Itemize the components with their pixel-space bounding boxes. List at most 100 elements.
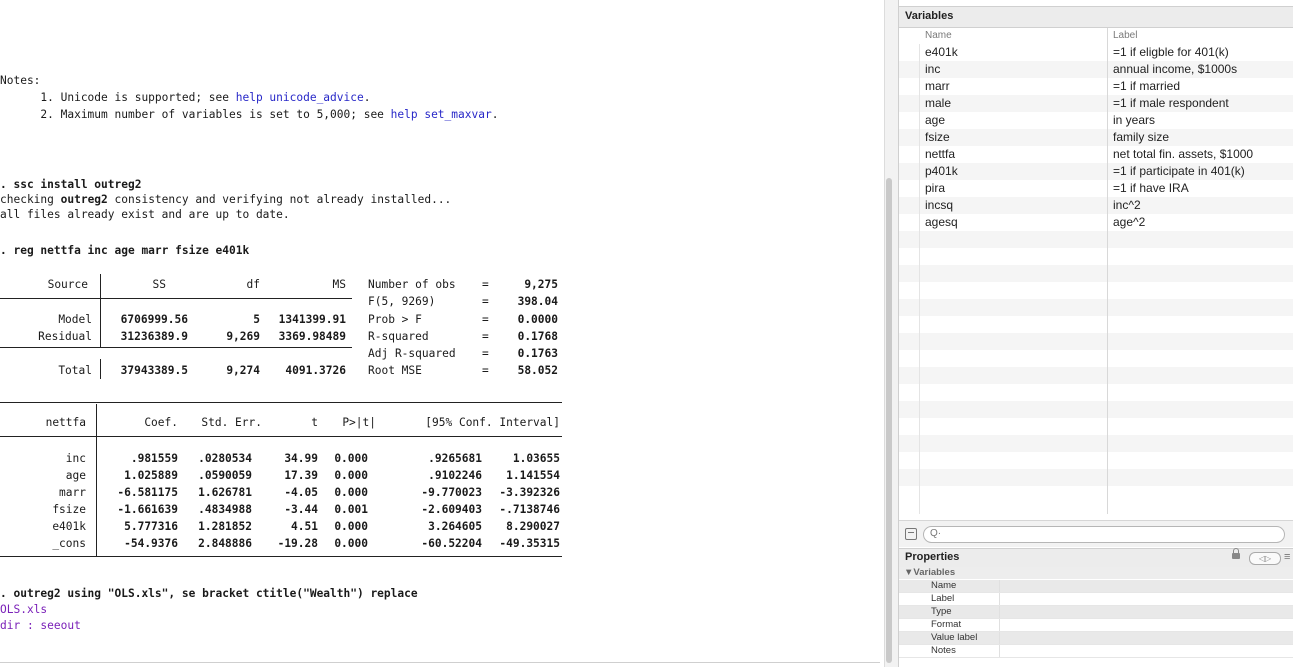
results-scrollbar-thumb[interactable] xyxy=(886,178,892,663)
output-seeout-link[interactable]: dir : seeout xyxy=(0,619,81,633)
property-value-cell[interactable] xyxy=(999,606,1280,618)
anova-header-source: Source xyxy=(47,278,88,291)
property-value-cell[interactable] xyxy=(999,632,1280,644)
anova-ss-model: 6706999.56 xyxy=(120,313,188,326)
variables-search-input[interactable]: Q· xyxy=(923,526,1285,543)
stat-label: Adj R-squared xyxy=(368,347,456,360)
variable-row[interactable]: incsq inc^2 xyxy=(899,197,1293,214)
stat-label: R-squared xyxy=(368,330,429,343)
stat-value: 0.1763 xyxy=(517,347,558,360)
anova-source-model: Model xyxy=(58,313,92,326)
property-row-value-label[interactable]: Value label xyxy=(899,632,1293,645)
variables-col-name[interactable]: Name xyxy=(925,28,952,44)
variable-row[interactable]: fsize family size xyxy=(899,129,1293,146)
variable-row[interactable]: inc annual income, $1000s xyxy=(899,61,1293,78)
empty-row xyxy=(899,316,1293,333)
anova-ss-total: 37943389.5 xyxy=(120,364,188,377)
properties-nav-arrows[interactable]: ◁▷ xyxy=(1249,552,1281,565)
side-panel: Variables Name Label e401k =1 if eligble … xyxy=(898,0,1293,667)
property-value-cell[interactable] xyxy=(999,619,1280,631)
note-2: 2. Maximum number of variables is set to… xyxy=(0,108,499,121)
variable-row[interactable]: p401k =1 if participate in 401(k) xyxy=(899,163,1293,180)
anova-header-df: df xyxy=(246,278,260,291)
anova-ms-model: 1341399.91 xyxy=(278,313,346,326)
variables-col-label[interactable]: Label xyxy=(1113,28,1137,44)
coef-vrule xyxy=(96,404,97,556)
anova-vrule-bottom xyxy=(100,359,101,379)
coef-header-p: P>|t| xyxy=(342,416,376,429)
variable-row[interactable]: marr =1 if married xyxy=(899,78,1293,95)
empty-row xyxy=(899,282,1293,299)
properties-panel-header: Properties ◁▷ ≡ xyxy=(899,548,1293,568)
anova-header-ms: MS xyxy=(332,278,346,291)
empty-row xyxy=(899,469,1293,486)
properties-section-variables[interactable]: ▼Variables xyxy=(899,567,1293,579)
output-checking: checking outreg2 consistency and verifyi… xyxy=(0,193,452,206)
help-unicode-advice-link[interactable]: help unicode_advice xyxy=(236,91,364,104)
anova-vrule-mid xyxy=(100,310,101,348)
stat-value: 0.1768 xyxy=(517,330,558,343)
variables-panel-header: Variables xyxy=(899,6,1293,28)
stat-value: 9,275 xyxy=(524,278,558,291)
help-set-maxvar-link[interactable]: help set_maxvar xyxy=(391,108,492,121)
variable-row[interactable]: age in years xyxy=(899,112,1293,129)
anova-df-residual: 9,269 xyxy=(226,330,260,343)
coef-header-se: Std. Err. xyxy=(201,416,262,429)
stat-value: 398.04 xyxy=(517,295,558,308)
variable-row[interactable]: pira =1 if have IRA xyxy=(899,180,1293,197)
coef-hrule-top xyxy=(0,402,562,403)
stat-label: Number of obs xyxy=(368,278,456,291)
property-row-label[interactable]: Label xyxy=(899,593,1293,606)
anova-hrule-1 xyxy=(0,298,352,299)
anova-source-total: Total xyxy=(58,364,92,377)
filter-icon[interactable] xyxy=(905,528,917,540)
stat-eq: = xyxy=(482,313,489,326)
anova-ss-residual: 31236389.9 xyxy=(120,330,188,343)
empty-row xyxy=(899,248,1293,265)
coef-header-ci: [95% Conf. Interval] xyxy=(425,416,560,429)
coef-header-coef: Coef. xyxy=(144,416,178,429)
property-row-name[interactable]: Name xyxy=(899,580,1293,593)
coef-header-t: t xyxy=(311,416,318,429)
anova-vrule-top xyxy=(100,274,101,312)
property-row-notes[interactable]: Notes xyxy=(899,645,1293,658)
variables-column-divider[interactable] xyxy=(1107,28,1108,514)
empty-row xyxy=(899,231,1293,248)
empty-row xyxy=(899,299,1293,316)
property-row-format[interactable]: Format xyxy=(899,619,1293,632)
stat-label: Prob > F xyxy=(368,313,422,326)
command-outreg2: . outreg2 using "OLS.xls", se bracket ct… xyxy=(0,587,418,600)
property-row-type[interactable]: Type xyxy=(899,606,1293,619)
empty-row xyxy=(899,401,1293,418)
property-value-cell[interactable] xyxy=(999,580,1280,592)
empty-row xyxy=(899,265,1293,282)
notes-title: Notes: xyxy=(0,74,41,87)
variable-row[interactable]: e401k =1 if eligble for 401(k) xyxy=(899,44,1293,61)
stat-label: F(5, 9269) xyxy=(368,295,436,308)
stat-eq: = xyxy=(482,364,489,377)
variables-panel-title: Variables xyxy=(905,10,954,22)
anova-df-total: 9,274 xyxy=(226,364,260,377)
stat-eq: = xyxy=(482,347,489,360)
menu-icon[interactable]: ≡ xyxy=(1284,551,1290,563)
properties-panel-title: Properties xyxy=(905,551,960,563)
variable-row[interactable]: nettfa net total fin. assets, $1000 xyxy=(899,146,1293,163)
variable-row[interactable]: male =1 if male respondent xyxy=(899,95,1293,112)
empty-row xyxy=(899,367,1293,384)
coef-hrule-bottom xyxy=(0,556,562,557)
results-bottom-border xyxy=(0,662,880,663)
lock-icon[interactable] xyxy=(1232,548,1240,559)
stat-label: Root MSE xyxy=(368,364,422,377)
coef-header-depvar: nettfa xyxy=(45,416,86,429)
output-ols-xls-link[interactable]: OLS.xls xyxy=(0,603,47,617)
empty-row xyxy=(899,384,1293,401)
stat-eq: = xyxy=(482,330,489,343)
property-value-cell[interactable] xyxy=(999,645,1280,657)
empty-row xyxy=(899,435,1293,452)
stat-value: 0.0000 xyxy=(517,313,558,326)
property-value-cell[interactable] xyxy=(999,593,1280,605)
command-reg: . reg nettfa inc age marr fsize e401k xyxy=(0,244,250,257)
empty-row xyxy=(899,350,1293,367)
results-window: Notes: 1. Unicode is supported; see help… xyxy=(0,0,880,667)
variable-row[interactable]: agesq age^2 xyxy=(899,214,1293,231)
